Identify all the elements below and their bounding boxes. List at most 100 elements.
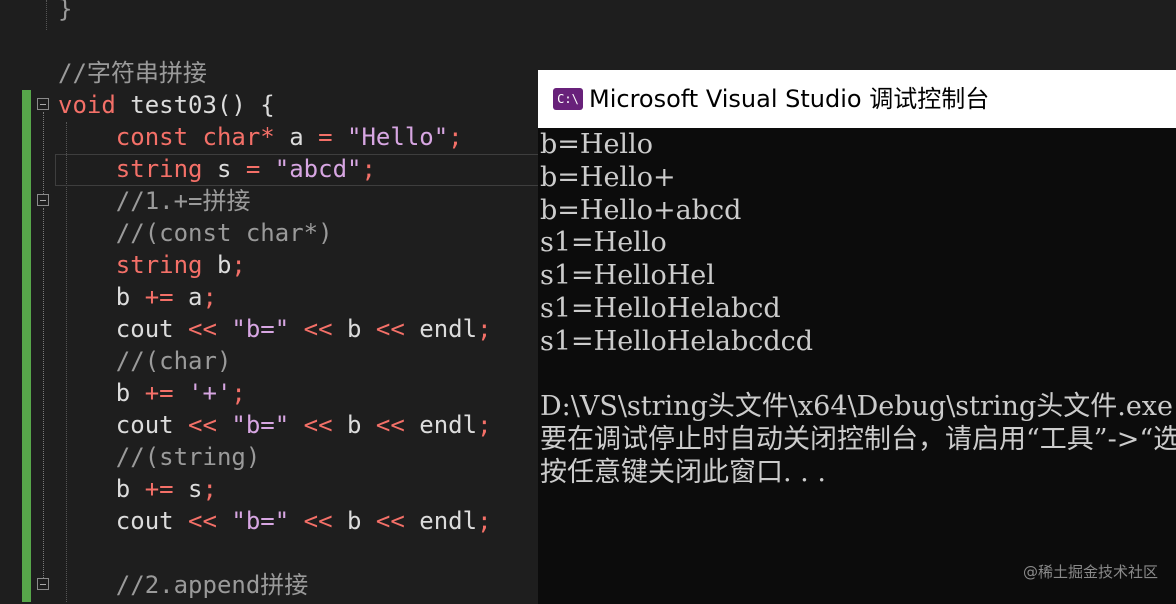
console-line: s1=HelloHelabcd [540,293,781,324]
code-line: //(const char*) [58,217,333,249]
code-token: << [375,315,405,343]
code-token: << [375,507,405,535]
code-token: << [303,507,333,535]
code-token: ; [231,379,246,407]
fold-toggle-comment[interactable] [37,194,49,206]
code-token: << [188,411,217,439]
code-token: char* [202,123,275,151]
code-line: //2.append拼接 [58,569,309,601]
watermark: @稀土掘金技术社区 [1022,563,1158,581]
code-token: = [318,123,333,151]
code-token: const [58,123,189,151]
code-token: void [58,91,116,119]
console-line: 要在调试停止时自动关闭控制台，请启用“工具”->“选项”->“调试”->“调试停… [540,424,1176,456]
code-line: //字符串拼接 [58,57,207,89]
code-line: b += s; [58,473,217,505]
code-token: endl [404,315,478,343]
code-token: s [173,475,203,503]
code-token: += [144,475,174,503]
code-token: << [375,411,405,439]
console-line: b=Hello+ [540,161,676,193]
code-token: << [188,315,217,343]
code-line: b += '+'; [58,377,246,409]
code-token: endl [404,507,478,535]
console-line: 按任意键关闭此窗口. . . [540,457,826,488]
code-token: //(const char*) [58,219,333,247]
code-token: "b=" [231,315,290,343]
code-token: "Hello" [347,123,449,151]
code-token: //(string) [58,443,261,471]
code-token: //(char) [58,347,232,375]
code-token: = [245,155,261,183]
code-token: b [332,315,376,343]
code-token: b [202,251,232,279]
console-title-bar[interactable]: C:\ Microsoft Visual Studio 调试控制台 [538,70,1176,128]
code-token: ; [477,315,492,343]
code-token: ; [448,123,463,151]
code-token: a [173,283,203,311]
code-token: cout [58,315,189,343]
code-token: cout [58,507,189,535]
code-token: ; [202,475,217,503]
code-line: //(string) [58,441,261,473]
code-line: b += a; [58,281,217,313]
console-line: s1=HelloHelabcdcd [540,325,814,357]
debug-console-window[interactable]: C:\ Microsoft Visual Studio 调试控制台 b=Hell… [538,70,1176,604]
code-token: << [188,507,217,535]
console-line: s1=HelloHel [540,260,715,292]
code-token: //2.append拼接 [58,571,309,599]
console-title: Microsoft Visual Studio 调试控制台 [589,85,990,113]
code-token: b [58,379,145,407]
code-line: cout << "b=" << b << endl; [58,409,492,441]
console-line: D:\VS\string头文件\x64\Debug\string头文件.exe [540,391,1173,423]
indent-guide [46,0,47,30]
code-line: string s = "abcd"; [58,153,376,185]
code-token: << [303,411,333,439]
code-token: ; [231,251,246,279]
code-token: "b=" [231,507,290,535]
console-line: b=Hello+abcd [540,194,742,226]
code-token: //字符串拼接 [58,59,207,87]
code-token: endl [404,411,478,439]
code-token: //1.+=拼接 [58,187,251,215]
code-line: const char* a = "Hello"; [58,121,463,153]
code-token: ; [477,411,492,439]
code-line: void test03() { [58,89,275,121]
code-token: string [58,251,203,279]
code-line: } [58,0,72,25]
code-token: b [58,475,145,503]
code-line: cout << "b=" << b << endl; [58,505,492,537]
code-token: } [58,0,73,23]
code-token: cout [58,411,189,439]
code-token: test03() { [115,91,275,119]
code-token: s [202,155,246,183]
fold-line [43,208,44,578]
change-bar [22,90,31,602]
code-token: ; [202,283,217,311]
code-token: b [332,411,376,439]
console-line: s1=Hello [540,227,667,259]
code-token: << [303,315,333,343]
code-token: b [58,283,145,311]
code-line: string b; [58,249,246,281]
code-token: ; [361,155,376,183]
code-token: ; [477,507,492,535]
code-token: "b=" [231,411,290,439]
code-token: b [332,507,376,535]
fold-toggle-comment-2[interactable] [37,578,49,590]
code-line: cout << "b=" << b << endl; [58,313,492,345]
code-line: //(char) [58,345,232,377]
code-token: '+' [188,379,232,407]
console-app-icon: C:\ [553,88,583,110]
fold-toggle-test03[interactable] [37,98,49,110]
